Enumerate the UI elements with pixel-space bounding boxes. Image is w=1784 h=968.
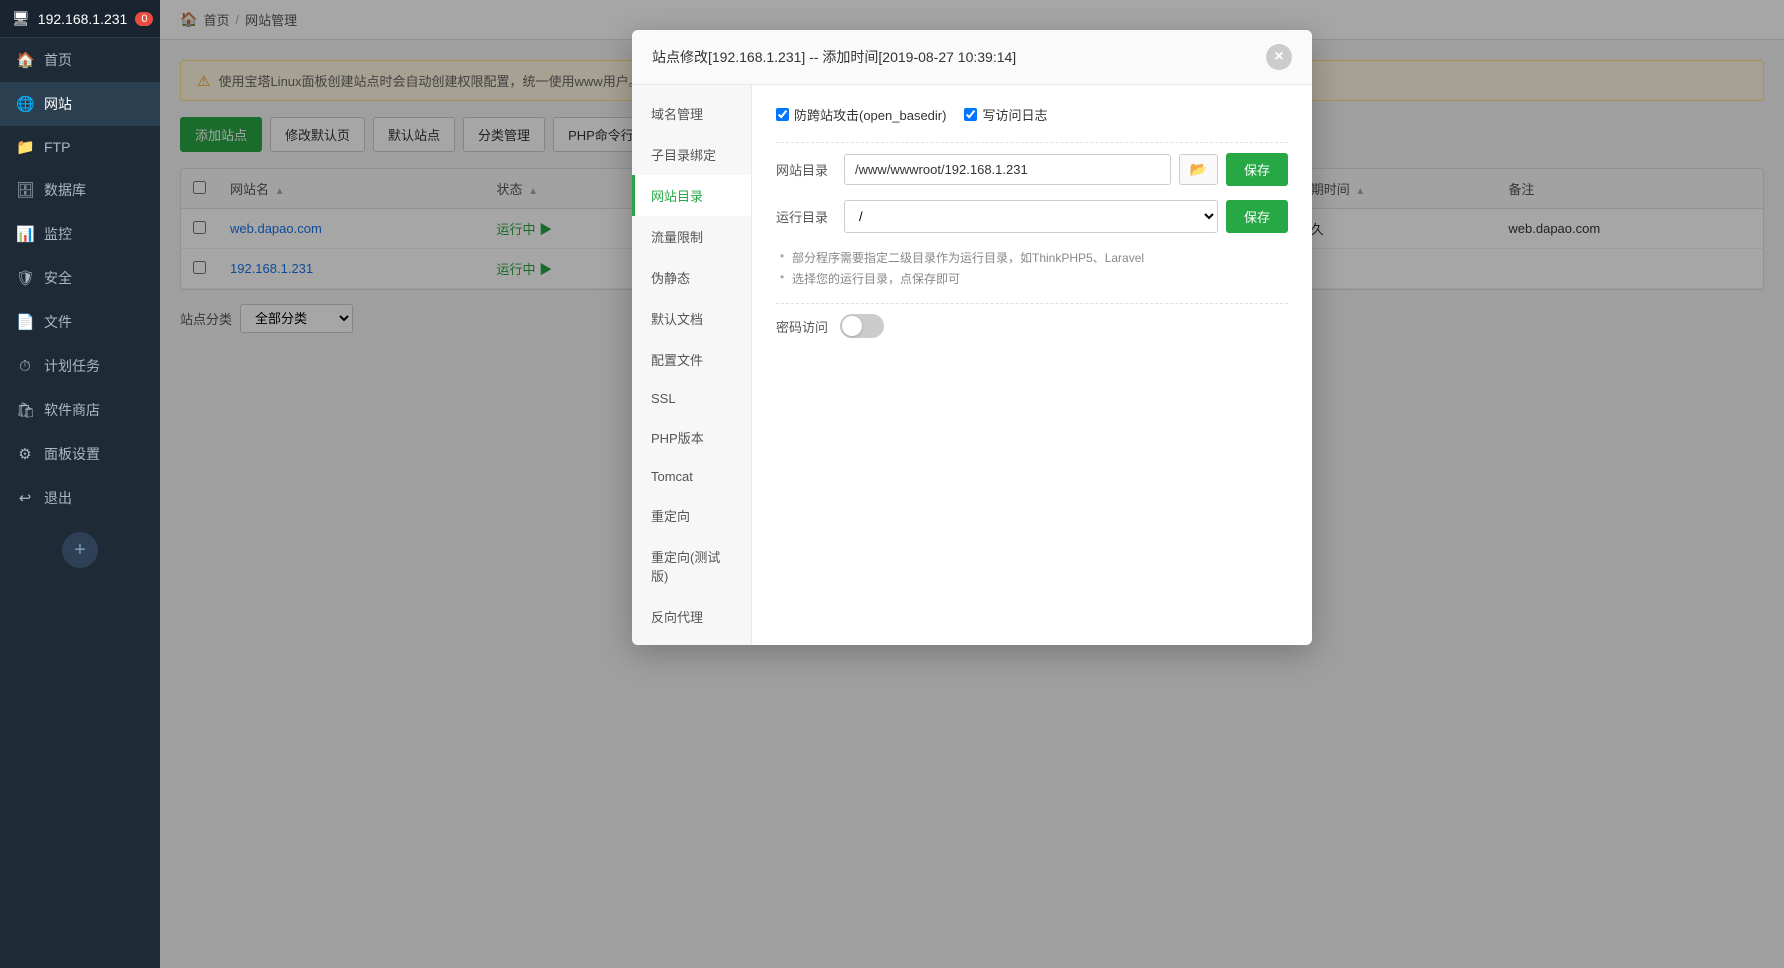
checkbox-access-log[interactable]: 写访问日志: [964, 105, 1047, 124]
security-icon: 🛡: [16, 269, 34, 287]
modal-body: 域名管理 子目录绑定 网站目录 流量限制 伪静态 默认文档 配置文件 SSL P…: [632, 85, 1312, 645]
hint-item: 选择您的运行目录，点保存即可: [780, 268, 1288, 289]
tab-php-version[interactable]: PHP版本: [632, 417, 751, 458]
sidebar-item-panel[interactable]: ⚙ 面板设置: [0, 432, 160, 476]
sidebar-header: 🖥 192.168.1.231 0: [0, 0, 160, 38]
modal-tabs: 域名管理 子目录绑定 网站目录 流量限制 伪静态 默认文档 配置文件 SSL P…: [632, 85, 752, 645]
main-content: 🏠 首页 / 网站管理 ⚠ 使用宝塔Linux面板创建站点时会自动创建权限配置，…: [160, 0, 1784, 968]
sidebar-item-label: 安全: [44, 268, 72, 288]
tab-tomcat[interactable]: Tomcat: [632, 458, 751, 495]
store-icon: 🛍: [16, 401, 34, 419]
monitor-icon: 📊: [16, 225, 34, 243]
sidebar-item-files[interactable]: 📄 文件: [0, 300, 160, 344]
save-website-dir-button[interactable]: 保存: [1226, 153, 1288, 186]
tab-default-doc[interactable]: 默认文档: [632, 298, 751, 339]
sidebar-item-label: FTP: [44, 139, 70, 155]
modal-dialog: 站点修改[192.168.1.231] -- 添加时间[2019-08-27 1…: [632, 30, 1312, 645]
tab-config-file[interactable]: 配置文件: [632, 339, 751, 380]
tab-redirect[interactable]: 重定向: [632, 495, 751, 536]
password-access-label: 密码访问: [776, 317, 828, 336]
server-icon: 🖥: [12, 10, 30, 27]
checkbox-open-basedir[interactable]: 防跨站攻击(open_basedir): [776, 105, 946, 124]
schedule-icon: ⏱: [16, 358, 34, 375]
tab-reverse-proxy[interactable]: 反向代理: [632, 596, 751, 637]
run-dir-label: 运行目录: [776, 207, 836, 226]
tab-subdir[interactable]: 子目录绑定: [632, 134, 751, 175]
sidebar-item-label: 退出: [44, 488, 72, 508]
sidebar-item-label: 网站: [44, 94, 72, 114]
save-run-dir-button[interactable]: 保存: [1226, 200, 1288, 233]
website-icon: 🌐: [16, 95, 34, 113]
hints-list: 部分程序需要指定二级目录作为运行目录，如ThinkPHP5、Laravel 选择…: [776, 247, 1288, 289]
website-dir-label: 网站目录: [776, 160, 836, 179]
database-icon: 🗄: [16, 181, 34, 199]
sidebar-item-security[interactable]: 🛡 安全: [0, 256, 160, 300]
sidebar-item-home[interactable]: 🏠 首页: [0, 38, 160, 82]
checkbox-row: 防跨站攻击(open_basedir) 写访问日志: [776, 105, 1288, 124]
sidebar-item-monitor[interactable]: 📊 监控: [0, 212, 160, 256]
sidebar: 🖥 192.168.1.231 0 🏠 首页 🌐 网站 📁 FTP 🗄 数据库 …: [0, 0, 160, 968]
access-log-checkbox[interactable]: [964, 108, 977, 121]
sidebar-item-store[interactable]: 🛍 软件商店: [0, 388, 160, 432]
tab-website-dir[interactable]: 网站目录: [632, 175, 751, 216]
access-log-label: 写访问日志: [982, 105, 1047, 124]
logout-icon: ↩: [16, 489, 34, 507]
modal-header: 站点修改[192.168.1.231] -- 添加时间[2019-08-27 1…: [632, 30, 1312, 85]
panel-icon: ⚙: [16, 445, 34, 463]
sidebar-item-database[interactable]: 🗄 数据库: [0, 168, 160, 212]
notification-badge: 0: [135, 12, 153, 26]
sidebar-item-logout[interactable]: ↩ 退出: [0, 476, 160, 520]
divider: [776, 142, 1288, 143]
run-dir-select[interactable]: /: [844, 200, 1218, 233]
modal-close-button[interactable]: ×: [1266, 44, 1292, 70]
divider2: [776, 303, 1288, 304]
sidebar-item-schedule[interactable]: ⏱ 计划任务: [0, 344, 160, 388]
run-dir-row: 运行目录 / 保存: [776, 200, 1288, 233]
sidebar-item-ftp[interactable]: 📁 FTP: [0, 126, 160, 168]
browse-dir-button[interactable]: 📂: [1179, 154, 1218, 185]
website-dir-row: 网站目录 📂 保存: [776, 153, 1288, 186]
files-icon: 📄: [16, 313, 34, 331]
sidebar-item-label: 数据库: [44, 180, 86, 200]
hint-item: 部分程序需要指定二级目录作为运行目录，如ThinkPHP5、Laravel: [780, 247, 1288, 268]
password-access-toggle[interactable]: [840, 314, 884, 338]
sidebar-item-label: 监控: [44, 224, 72, 244]
website-dir-input[interactable]: [844, 154, 1171, 185]
sidebar-item-label: 面板设置: [44, 444, 100, 464]
sidebar-item-label: 软件商店: [44, 400, 100, 420]
tab-domain[interactable]: 域名管理: [632, 93, 751, 134]
tab-pseudo-static[interactable]: 伪静态: [632, 257, 751, 298]
ftp-icon: 📁: [16, 138, 34, 156]
add-button[interactable]: +: [62, 532, 98, 568]
sidebar-item-label: 计划任务: [44, 356, 100, 376]
tab-ssl[interactable]: SSL: [632, 380, 751, 417]
sidebar-item-label: 文件: [44, 312, 72, 332]
password-access-row: 密码访问: [776, 314, 1288, 338]
open-basedir-label: 防跨站攻击(open_basedir): [794, 105, 946, 124]
sidebar-item-website[interactable]: 🌐 网站: [0, 82, 160, 126]
modal-overlay: 站点修改[192.168.1.231] -- 添加时间[2019-08-27 1…: [160, 0, 1784, 968]
open-basedir-checkbox[interactable]: [776, 108, 789, 121]
tab-traffic[interactable]: 流量限制: [632, 216, 751, 257]
server-label: 192.168.1.231: [38, 11, 128, 27]
tab-redirect-beta[interactable]: 重定向(测试版): [632, 536, 751, 596]
modal-title: 站点修改[192.168.1.231] -- 添加时间[2019-08-27 1…: [652, 47, 1016, 67]
home-icon: 🏠: [16, 51, 34, 69]
checkboxes-group: 防跨站攻击(open_basedir) 写访问日志: [776, 105, 1047, 124]
modal-panel: 防跨站攻击(open_basedir) 写访问日志 网站目录: [752, 85, 1312, 645]
sidebar-item-label: 首页: [44, 50, 72, 70]
